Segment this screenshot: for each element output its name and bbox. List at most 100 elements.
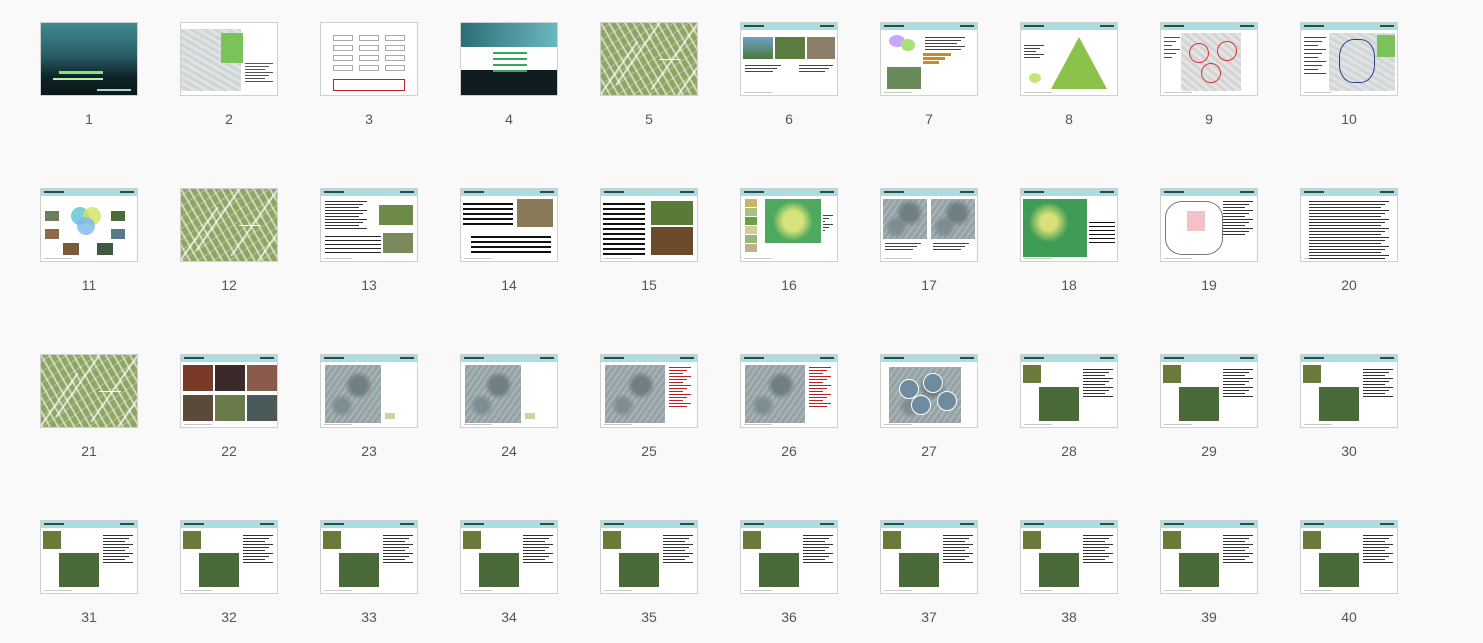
slide-thumbnail[interactable] [740,188,838,262]
slide-thumbnail-cell[interactable]: 35 [600,520,698,625]
text-line [523,559,545,560]
slide-thumbnail[interactable] [180,188,278,262]
slide-thumbnail[interactable] [740,520,838,594]
text-line [325,207,359,208]
slide-thumbnail-cell[interactable]: 22 [180,354,278,459]
slide-thumbnail-cell[interactable]: 27 [880,354,978,459]
slide-thumbnail-cell[interactable]: 23 [320,354,418,459]
slide-thumbnail[interactable] [1160,520,1258,594]
slide-thumbnail-cell[interactable]: 31 [40,520,138,625]
slide-thumbnail[interactable] [1020,520,1118,594]
text-line [1083,396,1113,397]
slide-thumbnail-cell[interactable]: 24 [460,354,558,459]
slide-thumbnail-cell[interactable]: 17 [880,188,978,293]
slide-thumbnail-cell[interactable]: 4 [460,22,558,127]
slide-thumbnail[interactable] [1160,354,1258,428]
slide-thumbnail[interactable] [40,354,138,428]
slide-thumbnail[interactable] [880,354,978,428]
slide-thumbnail[interactable] [460,188,558,262]
slide-thumbnail-cell[interactable]: 6 [740,22,838,127]
slide-thumbnail[interactable] [880,520,978,594]
slide-thumbnail-cell[interactable]: 26 [740,354,838,459]
slide-thumbnail-cell[interactable]: 29 [1160,354,1258,459]
slide-thumbnail[interactable] [320,354,418,428]
slide-thumbnail-cell[interactable]: 37 [880,520,978,625]
slide-thumbnail-cell[interactable]: 14 [460,188,558,293]
text-line [669,382,683,383]
text-line [663,562,693,563]
slide-thumbnail-cell[interactable]: 36 [740,520,838,625]
slide-header-title [1304,25,1324,27]
slide-thumbnail-cell[interactable]: 12 [180,188,278,293]
slide-thumbnail[interactable] [460,520,558,594]
slide-thumbnail[interactable] [1300,520,1398,594]
slide-thumbnail-cell[interactable]: 13 [320,188,418,293]
slide-thumbnail[interactable] [40,22,138,96]
slide-header-right [1240,25,1254,27]
thumbnail-map [1163,531,1181,549]
slide-thumbnail[interactable] [880,22,978,96]
slide-thumbnail-cell[interactable]: 11 [40,188,138,293]
text-line [1223,556,1249,557]
slide-thumbnail-cell[interactable]: 16 [740,188,838,293]
slide-thumbnail[interactable] [600,520,698,594]
slide-thumbnail-cell[interactable]: 15 [600,188,698,293]
slide-thumbnail[interactable] [740,22,838,96]
slide-thumbnail[interactable] [40,188,138,262]
slide-thumbnail[interactable] [600,354,698,428]
slide-thumbnail-cell[interactable]: 28 [1020,354,1118,459]
slide-thumbnail[interactable] [460,354,558,428]
slide-thumbnail-cell[interactable]: 7 [880,22,978,127]
slide-thumbnail[interactable] [600,22,698,96]
slide-thumbnail-cell[interactable]: 18 [1020,188,1118,293]
fern-frond [650,23,697,91]
slide-thumbnail[interactable] [180,354,278,428]
slide-thumbnail-cell[interactable]: 21 [40,354,138,459]
slide-thumbnail-cell[interactable]: 33 [320,520,418,625]
slide-thumbnail-cell[interactable]: 38 [1020,520,1118,625]
slide-thumbnail-cell[interactable]: 2 [180,22,278,127]
slide-thumbnail[interactable] [1020,22,1118,96]
slide-thumbnail-cell[interactable]: 34 [460,520,558,625]
slide-thumbnail-cell[interactable]: 40 [1300,520,1398,625]
slide-thumbnail[interactable] [320,520,418,594]
text-line [1223,387,1253,388]
slide-thumbnail[interactable] [1300,188,1398,262]
fern-frond [230,189,277,257]
slide-thumbnail[interactable] [180,520,278,594]
slide-thumbnail-cell[interactable]: 39 [1160,520,1258,625]
slide-thumbnail-cell[interactable]: 1 [40,22,138,127]
slide-number: 8 [1065,111,1073,127]
slide-thumbnail[interactable] [460,22,558,96]
slide-number: 38 [1061,609,1077,625]
slide-thumbnail-cell[interactable]: 5 [600,22,698,127]
slide-thumbnail-cell[interactable]: 32 [180,520,278,625]
slide-thumbnail[interactable] [880,188,978,262]
slide-thumbnail-cell[interactable]: 9 [1160,22,1258,127]
cover-subtitle [53,78,103,80]
slide-thumbnail[interactable] [1160,22,1258,96]
slide-thumbnail[interactable] [1300,354,1398,428]
slide-thumbnail-cell[interactable]: 3 [320,22,418,127]
slide-thumbnail-cell[interactable]: 25 [600,354,698,459]
slide-thumbnail[interactable] [600,188,698,262]
slide-thumbnail[interactable] [1020,354,1118,428]
slide-thumbnail-cell[interactable]: 10 [1300,22,1398,127]
text-line [803,544,833,545]
slide-header-title [1024,523,1044,525]
slide-thumbnail[interactable] [1020,188,1118,262]
slide-thumbnail[interactable] [740,354,838,428]
slide-thumbnail[interactable] [320,188,418,262]
slide-thumbnail[interactable] [1160,188,1258,262]
slide-thumbnail[interactable] [40,520,138,594]
slide-thumbnail-cell[interactable]: 30 [1300,354,1398,459]
slide-thumbnail[interactable] [180,22,278,96]
slide-thumbnail[interactable] [1300,22,1398,96]
text-line [523,538,549,539]
slide-header-right [540,357,554,359]
slide-header-band [741,189,837,196]
slide-thumbnail-cell[interactable]: 8 [1020,22,1118,127]
slide-thumbnail-cell[interactable]: 19 [1160,188,1258,293]
slide-thumbnail-cell[interactable]: 20 [1300,188,1398,293]
slide-thumbnail[interactable] [320,22,418,96]
